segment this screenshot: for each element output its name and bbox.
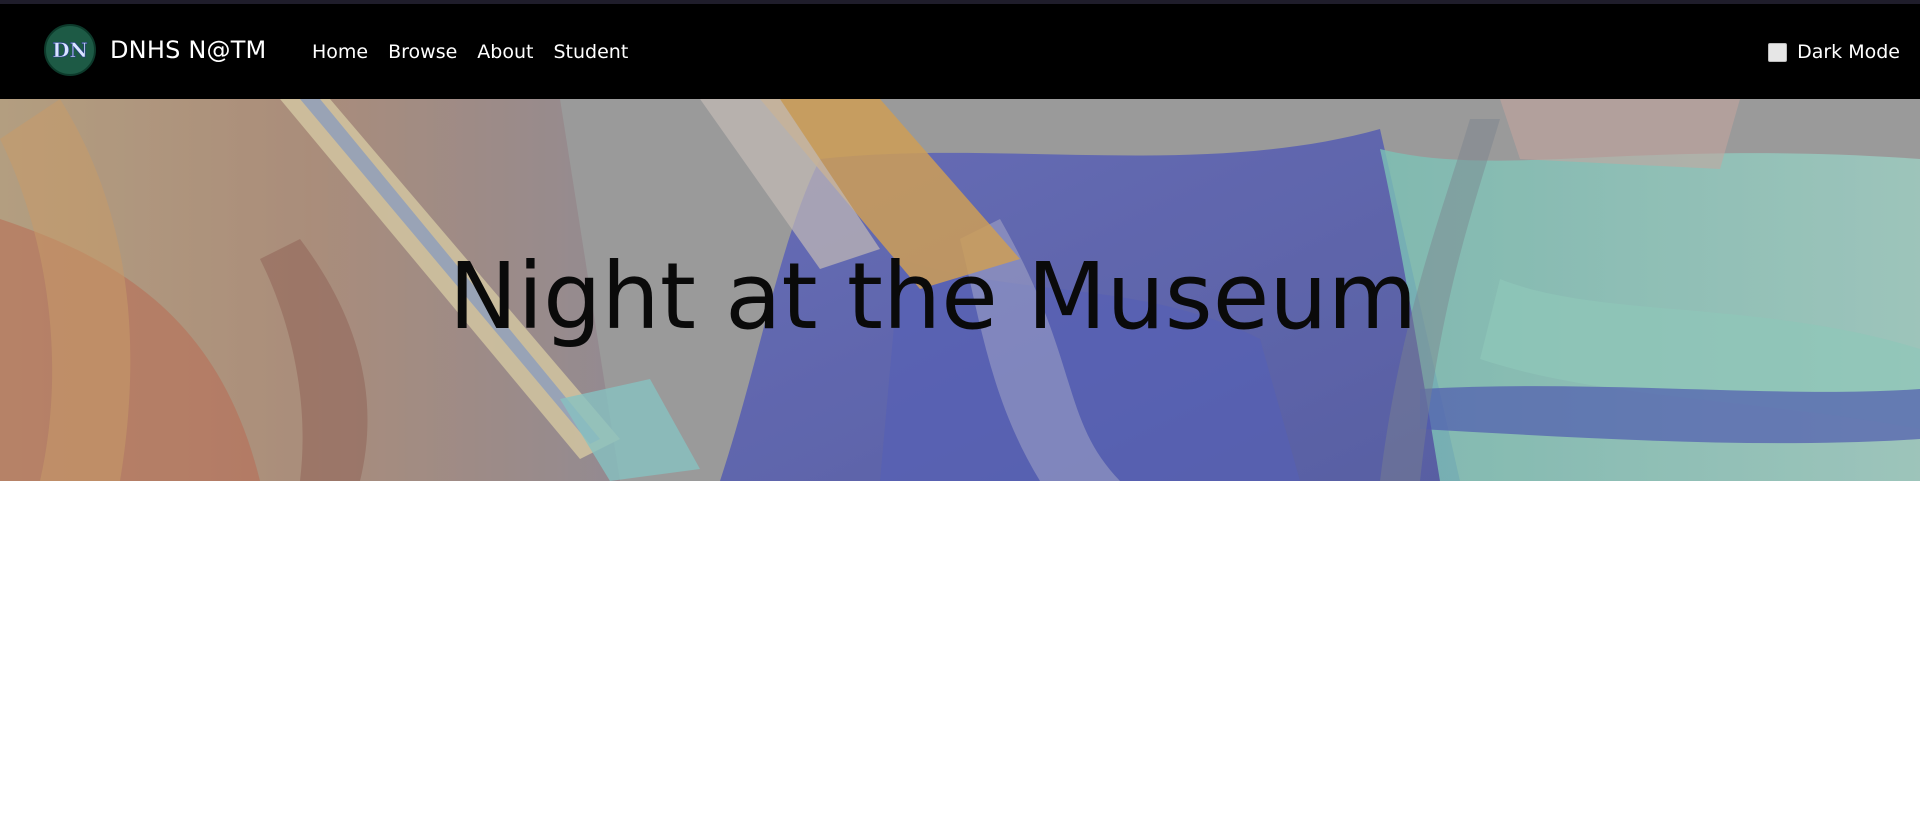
- nav-item-browse[interactable]: Browse: [388, 41, 457, 63]
- nav-item-student[interactable]: Student: [553, 41, 628, 63]
- logo-letters: DN: [52, 38, 88, 62]
- page-title: Night at the Museum: [448, 243, 1418, 350]
- hero-banner: Night at the Museum: [0, 99, 1920, 481]
- dark-mode-label: Dark Mode: [1797, 41, 1900, 63]
- school-logo-icon: DN: [44, 24, 96, 76]
- brand-link[interactable]: DN DNHS N@TM: [44, 23, 266, 77]
- dark-mode-checkbox[interactable]: [1768, 42, 1788, 62]
- brand-name: DNHS N@TM: [110, 36, 267, 64]
- main-content: [0, 481, 1920, 827]
- nav-item-about[interactable]: About: [477, 41, 533, 63]
- navbar: DN DNHS N@TM Home Browse About Student D…: [0, 4, 1920, 99]
- dark-mode-toggle[interactable]: Dark Mode: [1768, 41, 1900, 63]
- nav-item-home[interactable]: Home: [312, 41, 368, 63]
- nav-menu: Home Browse About Student: [312, 41, 628, 63]
